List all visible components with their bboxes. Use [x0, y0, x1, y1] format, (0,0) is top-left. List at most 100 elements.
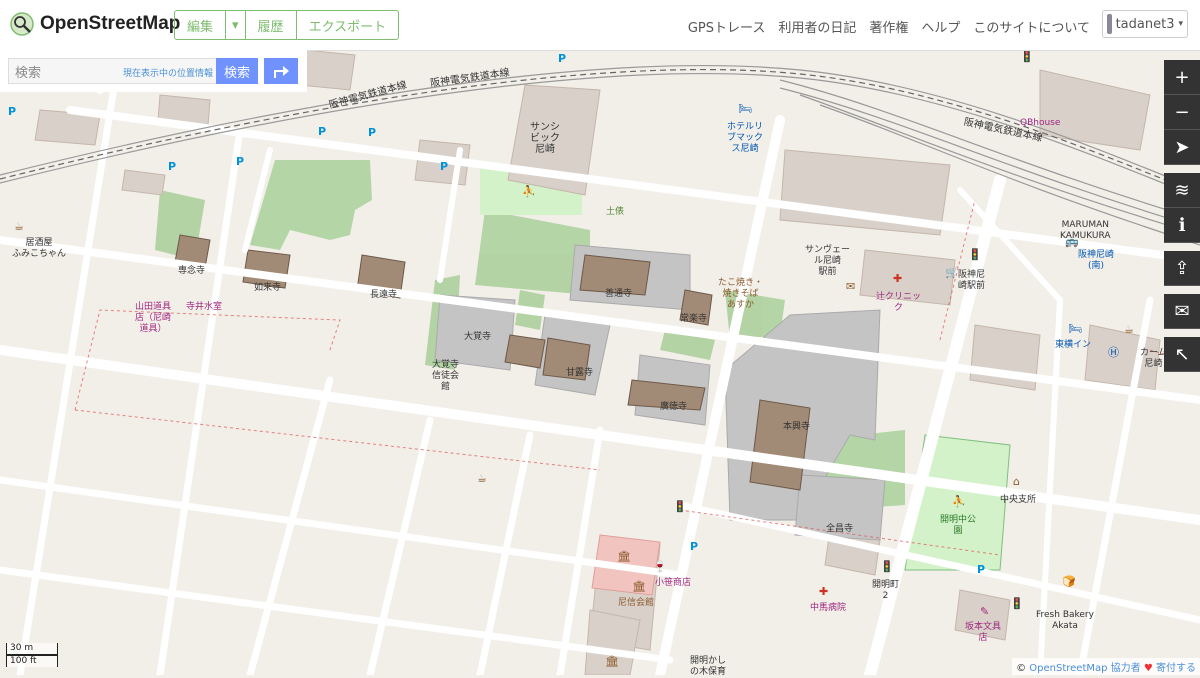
- hotel-icon[interactable]: 🛏: [1068, 322, 1082, 335]
- label-jorakuji[interactable]: 常楽寺: [680, 314, 707, 325]
- parking-icon[interactable]: P: [368, 126, 376, 139]
- label-nakama-hospital[interactable]: 中馬病院: [810, 603, 846, 614]
- label-kanroji[interactable]: 甘露寺: [566, 368, 593, 379]
- bus-icon[interactable]: 🚌: [1065, 235, 1079, 248]
- locate-button[interactable]: ➤: [1164, 130, 1200, 165]
- label-fresh-bakery[interactable]: Fresh Bakery Akata: [1036, 610, 1094, 632]
- scale-bar: 30 m 100 ft: [6, 643, 58, 667]
- label-qbhouse[interactable]: QBhouse: [1020, 118, 1060, 129]
- legend-button[interactable]: ℹ: [1164, 208, 1200, 243]
- layers-button[interactable]: ≋: [1164, 173, 1200, 208]
- hotel-icon[interactable]: Ⓗ: [1108, 344, 1119, 360]
- clinic-icon[interactable]: ✚: [893, 272, 902, 285]
- label-hanshin-amagasaki-south[interactable]: 阪神尼崎 (南): [1078, 250, 1114, 272]
- parking-icon[interactable]: P: [440, 160, 448, 173]
- label-terai[interactable]: 寺井水室: [186, 302, 222, 313]
- cafe-icon[interactable]: ☕: [1124, 323, 1134, 336]
- zoom-out-button[interactable]: −: [1164, 95, 1200, 130]
- parking-icon[interactable]: P: [558, 52, 566, 65]
- townhall-icon[interactable]: ⌂: [1013, 475, 1020, 488]
- parking-icon[interactable]: P: [318, 125, 326, 138]
- parking-icon[interactable]: P: [977, 563, 985, 576]
- osm-logo-icon: [10, 12, 34, 36]
- label-kotokuji[interactable]: 廣徳寺: [660, 402, 687, 413]
- label-amashin-hall[interactable]: 尼信会館: [618, 598, 654, 609]
- edit-button-group: 編集 ▾ 履歴 エクスポート: [174, 10, 400, 40]
- nursery-icon[interactable]: 🏛: [605, 655, 619, 668]
- nav-help[interactable]: ヘルプ: [921, 17, 960, 36]
- label-kaimeicho[interactable]: 開明町 2: [872, 580, 899, 602]
- label-hotel[interactable]: ホテルリ ブマック ス尼崎: [727, 122, 763, 155]
- post-icon[interactable]: ✉: [846, 280, 855, 293]
- label-yamada[interactable]: 山田道具 店（尼崎 道具）: [135, 302, 171, 335]
- caret-down-icon: ▾: [1178, 19, 1183, 29]
- label-daikakuji[interactable]: 大覚寺: [464, 332, 491, 343]
- label-zenshoji[interactable]: 全昌寺: [826, 524, 853, 535]
- cafe-icon[interactable]: ☕: [477, 472, 487, 485]
- hall-icon[interactable]: 🏛: [632, 580, 646, 593]
- bakery-icon[interactable]: 🍞: [1062, 575, 1076, 588]
- label-juneiji[interactable]: 専念寺: [178, 266, 205, 277]
- contributors-link[interactable]: 協力者: [1111, 663, 1141, 674]
- donate-link[interactable]: 寄付する: [1156, 663, 1196, 674]
- attribution-prefix: ©: [1016, 663, 1030, 674]
- avatar: [1107, 14, 1112, 34]
- hall-icon[interactable]: 🏛: [617, 550, 631, 563]
- label-hanshin-station-front[interactable]: 阪神尼 崎駅前: [958, 270, 985, 292]
- shop-icon[interactable]: 🛒: [945, 266, 959, 279]
- label-dobashi[interactable]: 土俵: [606, 207, 624, 218]
- label-izakaya[interactable]: 居酒屋 ふみこちゃん: [12, 238, 66, 260]
- parking-icon[interactable]: P: [236, 155, 244, 168]
- scale-imperial: 100 ft: [6, 655, 58, 667]
- username: tadanet3: [1115, 16, 1175, 32]
- shop-icon[interactable]: 🍷: [653, 560, 667, 573]
- label-chotsuji[interactable]: 長遠寺: [370, 290, 397, 301]
- label-chuo-branch[interactable]: 中央支所: [1000, 495, 1036, 506]
- edit-button[interactable]: 編集: [175, 11, 227, 39]
- label-nyoraiji[interactable]: 如来寺: [254, 283, 281, 294]
- hospital-icon[interactable]: ✚: [819, 585, 828, 598]
- parking-icon[interactable]: P: [8, 105, 16, 118]
- user-menu[interactable]: tadanet3 ▾: [1102, 10, 1188, 38]
- note-icon: ✉: [1174, 300, 1190, 322]
- info-icon: ℹ: [1178, 214, 1186, 236]
- logo[interactable]: OpenStreetMap: [10, 12, 180, 36]
- edit-dropdown-button[interactable]: ▾: [226, 11, 246, 39]
- add-note-button[interactable]: ✉: [1164, 294, 1200, 329]
- playground-icon[interactable]: ⛹: [522, 185, 536, 198]
- label-tsuji-clinic[interactable]: 辻クリニッ ク: [876, 292, 921, 314]
- nav-about[interactable]: このサイトについて: [973, 17, 1090, 36]
- nav-user-diaries[interactable]: 利用者の日記: [778, 17, 856, 36]
- controls-gap: [1164, 165, 1200, 173]
- parking-icon[interactable]: P: [690, 540, 698, 553]
- export-button[interactable]: エクスポート: [297, 11, 399, 39]
- zoom-in-button[interactable]: +: [1164, 60, 1200, 95]
- osm-link[interactable]: OpenStreetMap: [1029, 663, 1107, 674]
- parking-icon[interactable]: P: [168, 160, 176, 173]
- nav-links: GPSトレース 利用者の日記 著作権 ヘルプ このサイトについて: [688, 17, 1090, 36]
- search-button[interactable]: 検索: [216, 58, 258, 84]
- nav-copyright[interactable]: 著作権: [869, 17, 908, 36]
- label-sunvale[interactable]: サンヴェー ル尼崎 駅前: [805, 245, 850, 278]
- label-takoyaki[interactable]: たこ焼き・ 焼きそば あすか: [718, 278, 763, 311]
- where-am-i-link[interactable]: 現在表示中の位置情報: [123, 66, 213, 79]
- label-zentsuji[interactable]: 善通寺: [605, 289, 632, 300]
- label-ozasa[interactable]: 小笹商店: [655, 578, 691, 589]
- pub-icon[interactable]: ☕: [14, 220, 24, 233]
- label-sunshine[interactable]: サンシ ビック 尼崎: [530, 122, 560, 155]
- nav-gps-traces[interactable]: GPSトレース: [688, 17, 766, 36]
- label-daikakuji-hall[interactable]: 大覚寺 信徒会 館: [432, 360, 459, 393]
- query-features-button[interactable]: ↖: [1164, 337, 1200, 372]
- label-kaimei-park[interactable]: 開明中公 園: [940, 515, 976, 537]
- label-toyoko-inn[interactable]: 東横イン: [1055, 340, 1091, 351]
- label-sakamoto[interactable]: 坂本文具 店: [965, 622, 1001, 644]
- stationery-icon[interactable]: ✎: [980, 605, 989, 618]
- playground-icon[interactable]: ⛹: [952, 495, 966, 508]
- hotel-icon[interactable]: 🛏: [738, 102, 752, 115]
- label-karm[interactable]: カーム 尼崎: [1140, 348, 1167, 370]
- history-button[interactable]: 履歴: [246, 11, 297, 39]
- share-button[interactable]: ⇪: [1164, 251, 1200, 286]
- directions-button[interactable]: [264, 58, 298, 84]
- label-honkoji[interactable]: 本興寺: [783, 422, 810, 433]
- map[interactable]: [0, 50, 1200, 675]
